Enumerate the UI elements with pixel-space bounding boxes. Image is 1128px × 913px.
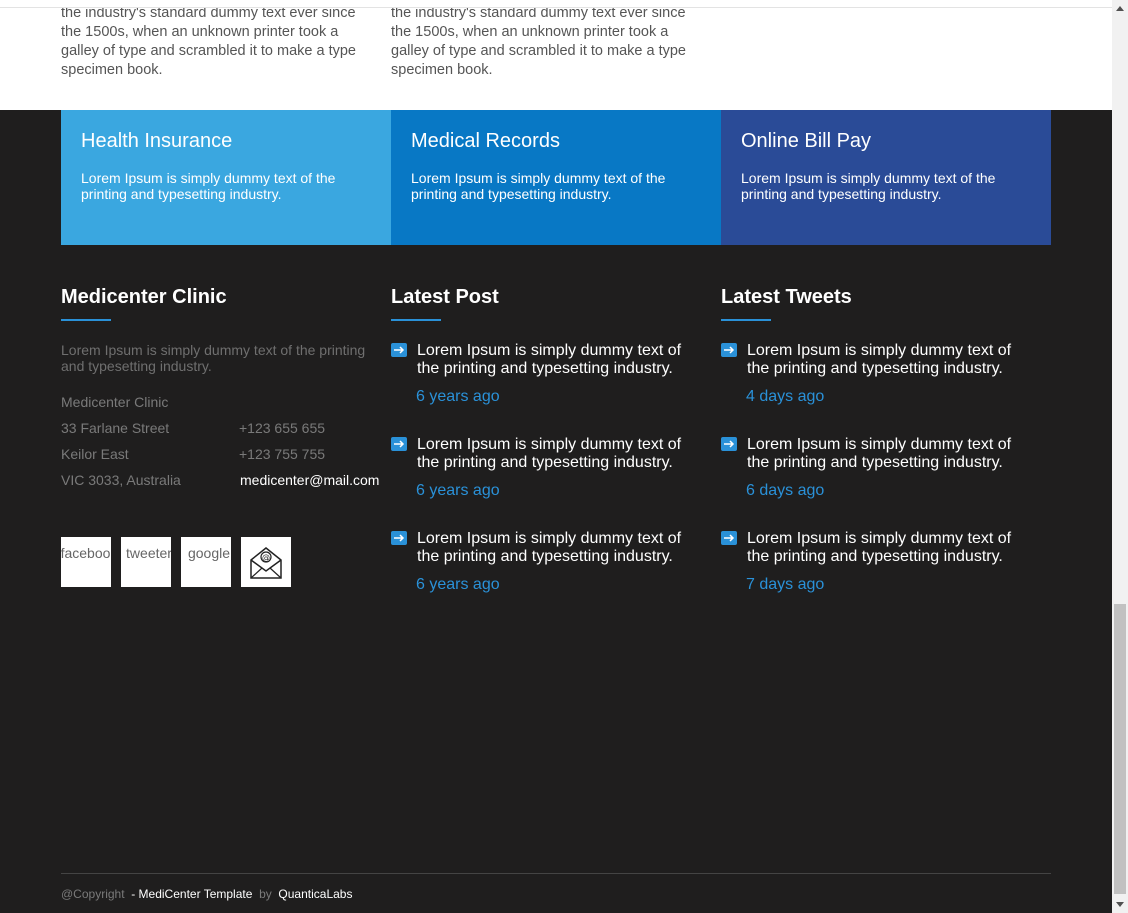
feature-title: Medical Records — [411, 130, 560, 152]
title-underline — [61, 319, 111, 321]
copyright-text: @Copyright — [61, 887, 125, 901]
intro-text: the industry's standard dummy text ever … — [391, 5, 686, 78]
image-alt-text: facebook — [61, 545, 111, 561]
feature-text: Lorem Ipsum is simply dummy text of the … — [81, 170, 336, 202]
content-section: the industry's standard dummy text ever … — [0, 0, 1112, 110]
footer-divider — [61, 873, 1051, 874]
feature-text: Lorem Ipsum is simply dummy text of the … — [741, 170, 996, 202]
address-line: VIC 3033, Australia — [61, 472, 181, 488]
template-link[interactable]: - MediCenter Template — [131, 887, 252, 901]
image-alt-text: tweeter — [126, 545, 171, 561]
scroll-down-arrow-icon[interactable] — [1112, 896, 1128, 913]
google-icon[interactable]: google — [181, 537, 231, 587]
tweet-time: 4 days ago — [746, 388, 825, 405]
post-time: 6 years ago — [416, 482, 500, 499]
phone-number: +123 655 655 — [239, 420, 326, 436]
footer-title-about: Medicenter Clinic — [61, 286, 227, 308]
tweet-text: Lorem Ipsum is simply dummy text of the … — [747, 342, 1012, 377]
phone-number: +123 755 755 — [239, 446, 326, 462]
title-underline — [721, 319, 771, 321]
address-line: Medicenter Clinic — [61, 394, 169, 410]
browser-top-edge — [0, 0, 1112, 8]
image-alt-text: google — [187, 545, 231, 561]
arrow-right-icon — [391, 437, 407, 451]
post-time: 6 years ago — [416, 576, 500, 593]
email-link[interactable]: medicenter@mail.com — [240, 472, 379, 488]
tweet-text: Lorem Ipsum is simply dummy text of the … — [747, 436, 1012, 471]
by-text: by — [259, 887, 272, 901]
feature-text: Lorem Ipsum is simply dummy text of the … — [411, 170, 666, 202]
feature-box-online-bill-pay[interactable]: Online Bill Pay Lorem Ipsum is simply du… — [721, 110, 1051, 245]
post-text: Lorem Ipsum is simply dummy text of the … — [417, 342, 682, 377]
address-line: 33 Farlane Street — [61, 420, 170, 436]
feature-title: Online Bill Pay — [741, 130, 872, 152]
feature-title: Health Insurance — [81, 130, 233, 152]
scrollbar-thumb[interactable] — [1114, 604, 1126, 894]
tweet-text: Lorem Ipsum is simply dummy text of the … — [747, 530, 1012, 565]
feature-box-medical-records[interactable]: Medical Records Lorem Ipsum is simply du… — [391, 110, 721, 245]
vertical-scrollbar[interactable] — [1112, 0, 1128, 913]
about-text: Lorem Ipsum is simply dummy text of the … — [61, 342, 366, 374]
footer-title-latest-post: Latest Post — [391, 286, 499, 308]
mail-icon[interactable]: @ — [241, 537, 291, 587]
tweet-time: 7 days ago — [746, 576, 825, 593]
arrow-right-icon — [721, 531, 737, 545]
author-link[interactable]: QuanticaLabs — [278, 887, 352, 901]
arrow-right-icon — [721, 343, 737, 357]
address-line: Keilor East — [61, 446, 129, 462]
title-underline — [391, 319, 441, 321]
svg-text:@: @ — [262, 553, 270, 562]
twitter-icon[interactable]: tweeter — [121, 537, 171, 587]
facebook-icon[interactable]: facebook — [61, 537, 111, 587]
arrow-right-icon — [391, 343, 407, 357]
page-viewport: the industry's standard dummy text ever … — [0, 0, 1112, 913]
intro-text: the industry's standard dummy text ever … — [61, 5, 356, 78]
post-time: 6 years ago — [416, 388, 500, 405]
post-text: Lorem Ipsum is simply dummy text of the … — [417, 530, 682, 565]
footer-title-latest-tweets: Latest Tweets — [721, 286, 852, 308]
arrow-right-icon — [391, 531, 407, 545]
copyright: @Copyright - MediCenter Template by Quan… — [61, 887, 352, 901]
scroll-up-arrow-icon[interactable] — [1112, 0, 1128, 17]
post-text: Lorem Ipsum is simply dummy text of the … — [417, 436, 682, 471]
arrow-right-icon — [721, 437, 737, 451]
feature-box-health-insurance[interactable]: Health Insurance Lorem Ipsum is simply d… — [61, 110, 391, 245]
tweet-time: 6 days ago — [746, 482, 825, 499]
